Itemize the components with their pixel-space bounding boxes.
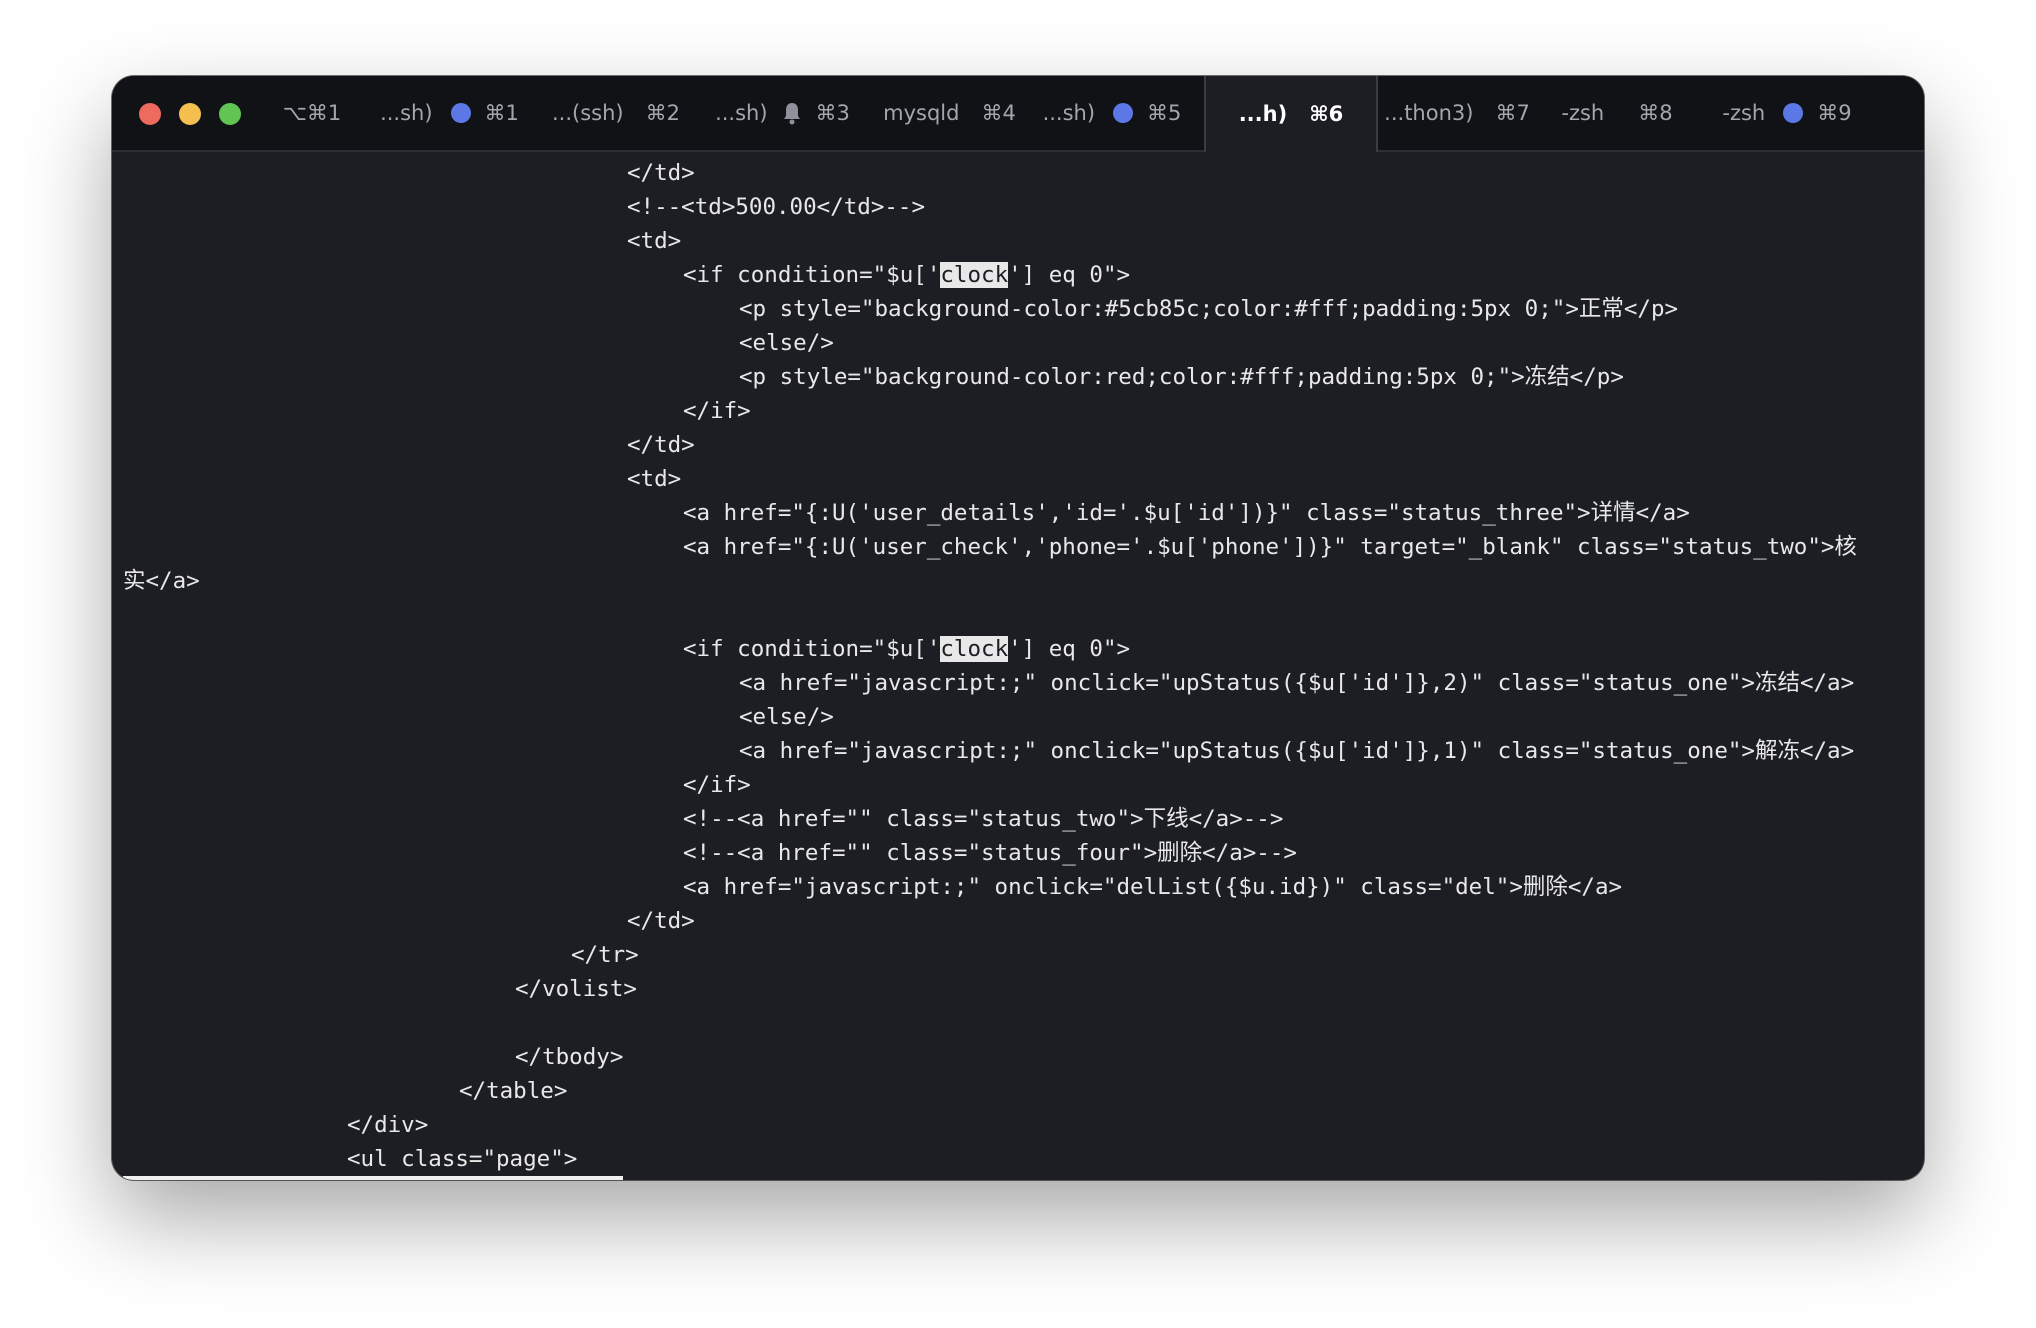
activity-dot-icon: [450, 103, 471, 123]
tab-label: ...sh): [1042, 101, 1096, 125]
code-line: <a href="javascript:;" onclick="delList(…: [683, 874, 1623, 900]
pager-status-line: user_list.html lines 122-149/198 87%: [123, 1176, 623, 1180]
code-line: <a href="{:U('user_check','phone='.$u['p…: [683, 534, 1857, 560]
tab-3[interactable]: ...sh) ⌘3: [705, 76, 860, 150]
code-line: </td>: [627, 908, 695, 934]
tab-label: ...(ssh): [552, 101, 624, 125]
code-line: <p style="background-color:red;color:#ff…: [739, 364, 1624, 390]
tab-1[interactable]: ...sh) ⌘1: [372, 76, 527, 150]
code-line: <p style="background-color:#5cb85c;color…: [739, 296, 1679, 322]
code-line: </if>: [683, 398, 751, 424]
tab-2[interactable]: ...(ssh) ⌘2: [542, 76, 690, 150]
code-line: </tbody>: [515, 1044, 624, 1070]
code-line: 实</a>: [123, 568, 200, 594]
code-line: <!--<td>500.00</td>-->: [627, 194, 926, 220]
tab-5[interactable]: ...sh) ⌘5: [1037, 76, 1187, 150]
tab-label: ...h): [1238, 102, 1288, 126]
tab-4[interactable]: mysqld ⌘4: [877, 76, 1022, 150]
code-line: </div>: [347, 1112, 429, 1138]
tab-shortcut: ⌘9: [1817, 101, 1852, 125]
tab-label: ⌥⌘1: [282, 101, 342, 125]
tab-shortcut: ⌘8: [1638, 101, 1673, 125]
zoom-button[interactable]: [219, 103, 241, 125]
code-line: <a href="javascript:;" onclick="upStatus…: [739, 738, 1855, 764]
code-line: <a href="javascript:;" onclick="upStatus…: [739, 670, 1855, 696]
code-line: <!--<a href="" class="status_two">下线</a>…: [683, 806, 1284, 832]
tab-0[interactable]: ⌥⌘1: [272, 76, 352, 150]
tab-shortcut: ⌘6: [1309, 102, 1344, 126]
tab-shortcut: ⌘2: [645, 101, 680, 125]
search-highlight: clock: [940, 636, 1009, 662]
tab-label: ...sh): [380, 101, 433, 125]
code-line: </table>: [459, 1078, 568, 1104]
tab-label: mysqld: [883, 101, 960, 125]
tab-label: -zsh: [1722, 101, 1766, 125]
code-line: <!--<a href="" class="status_four">删除</a…: [683, 840, 1297, 866]
code-text: '] eq 0">: [1008, 262, 1131, 288]
code-line: </tr>: [571, 942, 639, 968]
code-line: </volist>: [515, 976, 637, 1002]
code-line: <if condition="$u['clock'] eq 0">: [683, 632, 1130, 666]
code-line: <else/>: [739, 704, 834, 730]
bell-icon: [783, 103, 800, 125]
code-line: <if condition="$u['clock'] eq 0">: [683, 258, 1130, 292]
terminal-content[interactable]: </td> <!--<td>500.00</td>--> <td> <if condi…: [123, 156, 1924, 1180]
tab-shortcut: ⌘1: [484, 101, 519, 125]
code-line: </td>: [627, 432, 695, 458]
title-bar: ⌥⌘1 ...sh) ⌘1 ...(ssh) ⌘2 ...sh) ⌘3 mysq…: [112, 76, 1924, 152]
tab-7[interactable]: ...thon3) ⌘7: [1382, 76, 1532, 150]
search-highlight: clock: [940, 262, 1009, 288]
tab-9[interactable]: -zsh ⌘9: [1712, 76, 1862, 150]
code-text: <if condition="$u[': [683, 262, 941, 288]
tab-6-active[interactable]: ...h) ⌘6: [1204, 76, 1378, 152]
code-text: <if condition="$u[': [683, 636, 941, 662]
code-line: <td>: [627, 228, 682, 254]
tab-shortcut: ⌘7: [1495, 101, 1530, 125]
tab-shortcut: ⌘4: [981, 101, 1016, 125]
tab-8[interactable]: -zsh ⌘8: [1552, 76, 1682, 150]
activity-dot-icon: [1113, 103, 1134, 123]
tab-shortcut: ⌘3: [815, 101, 850, 125]
minimize-button[interactable]: [179, 103, 201, 125]
code-text: '] eq 0">: [1008, 636, 1131, 662]
activity-dot-icon: [1783, 103, 1804, 123]
tab-shortcut: ⌘5: [1147, 101, 1182, 125]
terminal-window: ⌥⌘1 ...sh) ⌘1 ...(ssh) ⌘2 ...sh) ⌘3 mysq…: [112, 76, 1924, 1180]
close-button[interactable]: [139, 103, 161, 125]
tab-label: ...sh): [715, 101, 768, 125]
code-line: <td>: [627, 466, 682, 492]
code-line: </td>: [627, 160, 695, 186]
tab-label: -zsh: [1561, 101, 1605, 125]
code-line: <ul class="page">: [347, 1146, 578, 1172]
tab-label: ...thon3): [1384, 101, 1474, 125]
code-line: </if>: [683, 772, 751, 798]
code-line: <a href="{:U('user_details','id='.$u['id…: [683, 500, 1690, 526]
code-line: <else/>: [739, 330, 834, 356]
